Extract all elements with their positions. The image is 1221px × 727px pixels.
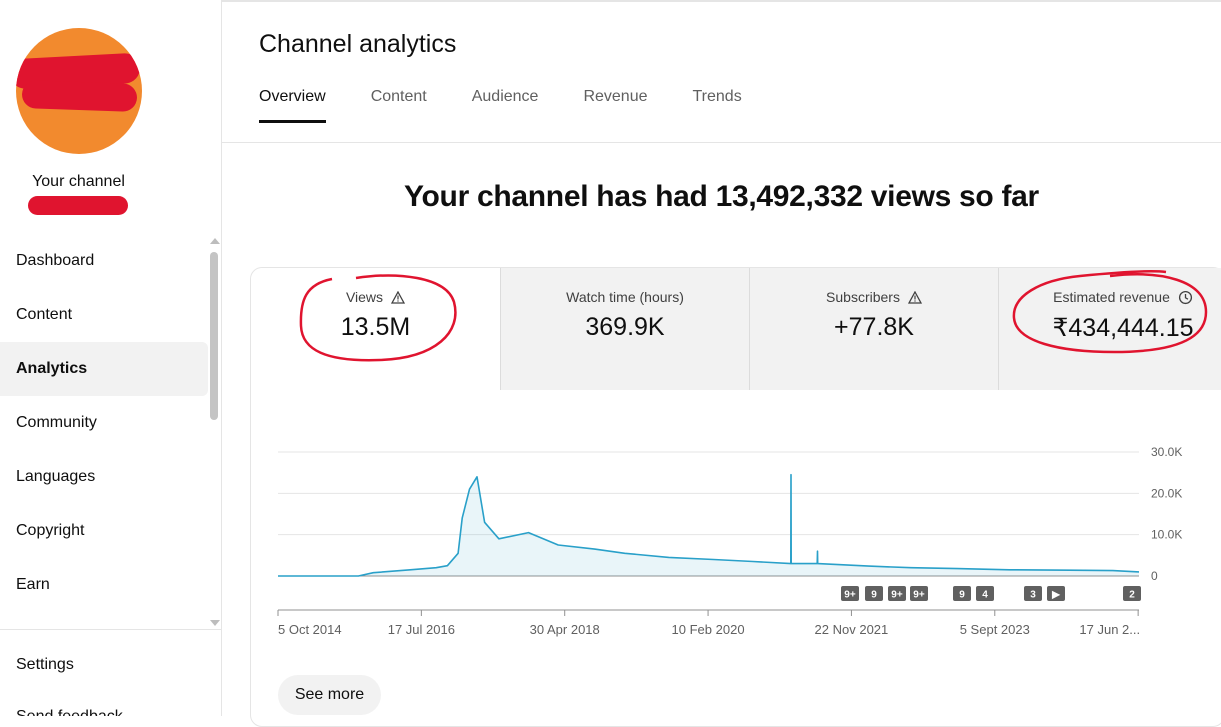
- tab-content[interactable]: Content: [371, 88, 427, 123]
- chart-grid: [278, 451, 1139, 577]
- badge-label: 4: [982, 590, 988, 601]
- x-tick-label: 30 Apr 2018: [530, 622, 600, 637]
- views-chart[interactable]: 9+ 9 9+ 9+ 9 4 3 ▶ 2 5 Oct 2014 17 Jul 2016 30 Apr…: [222, 430, 1221, 655]
- see-more-button[interactable]: See more: [278, 675, 381, 715]
- metric-label: Estimated revenue: [1053, 289, 1170, 305]
- metric-value: 13.5M: [340, 313, 411, 341]
- scroll-up-arrow-icon[interactable]: [210, 238, 220, 244]
- badge-label: 9+: [891, 590, 903, 601]
- badge-label: 9+: [844, 590, 856, 601]
- page-title: Channel analytics: [259, 30, 457, 58]
- metric-value: +77.8K: [834, 313, 914, 341]
- event-badge[interactable]: 3: [1024, 586, 1042, 601]
- sidebar-scrollbar[interactable]: [208, 236, 220, 628]
- scroll-down-arrow-icon[interactable]: [210, 620, 220, 626]
- metric-label: Subscribers: [826, 289, 900, 305]
- sidebar-item-copyright[interactable]: Copyright: [0, 504, 208, 558]
- badge-label: 9: [871, 590, 877, 601]
- metric-label: Views: [345, 289, 384, 305]
- sidebar-item-earn[interactable]: Earn: [0, 558, 208, 612]
- event-badge[interactable]: 2: [1123, 586, 1141, 601]
- tab-trends[interactable]: Trends: [693, 88, 742, 123]
- event-badge[interactable]: 9+: [841, 586, 859, 601]
- event-badge[interactable]: ▶: [1047, 586, 1065, 601]
- metric-tabs: Views 13.5M Watch time (hours) 369.9K Su…: [251, 268, 1221, 390]
- x-tick-label: 5 Oct 2014: [278, 622, 342, 637]
- views-headline: Your channel has had 13,492,332 views so…: [404, 180, 1039, 213]
- x-tick-label: 17 Jul 2016: [388, 622, 455, 637]
- event-badge[interactable]: 4: [976, 586, 994, 601]
- sidebar-item-settings[interactable]: Settings: [16, 656, 74, 674]
- badge-label: ▶: [1051, 590, 1061, 601]
- y-tick-label: 10.0K: [1151, 528, 1182, 542]
- metric-value: 369.9K: [585, 313, 665, 341]
- x-tick-label: 10 Feb 2020: [672, 622, 745, 637]
- sidebar-item-analytics[interactable]: Analytics: [0, 342, 208, 396]
- chart-x-axis: 5 Oct 2014 17 Jul 2016 30 Apr 2018 10 Feb 2…: [277, 609, 1140, 637]
- series-area: [278, 474, 1139, 576]
- tabs-divider: [222, 142, 1221, 143]
- warning-icon: [391, 290, 406, 304]
- x-tick-label: 5 Sept 2023: [960, 622, 1030, 637]
- event-badges: 9+ 9 9+ 9+ 9 4 3 ▶ 2: [841, 586, 1141, 601]
- sidebar: Your channel Dashboard Content Analytics…: [0, 0, 222, 716]
- y-tick-label: 30.0K: [1151, 445, 1182, 459]
- event-badge[interactable]: 9: [953, 586, 971, 601]
- tab-overview[interactable]: Overview: [259, 88, 326, 123]
- metric-watch-time[interactable]: Watch time (hours) 369.9K: [500, 268, 749, 390]
- redaction-scribble: [21, 80, 138, 112]
- sidebar-item-languages[interactable]: Languages: [0, 450, 208, 504]
- x-tick-label: 17 Jun 2...: [1079, 622, 1140, 637]
- x-tick-label: 22 Nov 2021: [815, 622, 889, 637]
- scroll-thumb[interactable]: [210, 252, 218, 420]
- sidebar-item-dashboard[interactable]: Dashboard: [0, 234, 208, 288]
- y-tick-label: 20.0K: [1151, 486, 1182, 500]
- clock-icon: [1178, 290, 1192, 304]
- badge-label: 2: [1129, 590, 1135, 601]
- chart-y-axis: 30.0K 20.0K 10.0K 0: [1151, 445, 1182, 583]
- sidebar-nav: Dashboard Content Analytics Community La…: [0, 234, 208, 612]
- badge-label: 9+: [913, 590, 925, 601]
- metric-views[interactable]: Views 13.5M: [251, 268, 500, 390]
- metric-value: ₹434,444.15: [1052, 314, 1194, 342]
- y-tick-label: 0: [1151, 569, 1158, 583]
- warning-icon: [907, 290, 922, 304]
- chart-series: [278, 473, 1140, 577]
- sidebar-item-content[interactable]: Content: [0, 288, 208, 342]
- event-badge[interactable]: 9+: [888, 586, 906, 601]
- metric-estimated-revenue[interactable]: Estimated revenue ₹434,444.15: [998, 268, 1221, 390]
- badge-label: 9: [959, 590, 965, 601]
- event-badge[interactable]: 9+: [910, 586, 928, 601]
- sidebar-item-community[interactable]: Community: [0, 396, 208, 450]
- metric-label: Watch time (hours): [566, 289, 684, 305]
- channel-avatar[interactable]: [16, 28, 142, 154]
- channel-name-redaction: [28, 196, 128, 215]
- tab-audience[interactable]: Audience: [472, 88, 539, 123]
- analytics-tabs: Overview Content Audience Revenue Trends: [259, 88, 742, 123]
- event-badge[interactable]: 9: [865, 586, 883, 601]
- your-channel-label[interactable]: Your channel: [0, 173, 157, 191]
- tab-revenue[interactable]: Revenue: [583, 88, 647, 123]
- metric-subscribers[interactable]: Subscribers +77.8K: [749, 268, 998, 390]
- sidebar-divider: [0, 629, 221, 630]
- badge-label: 3: [1030, 590, 1036, 601]
- sidebar-item-feedback[interactable]: Send feedback: [16, 708, 123, 716]
